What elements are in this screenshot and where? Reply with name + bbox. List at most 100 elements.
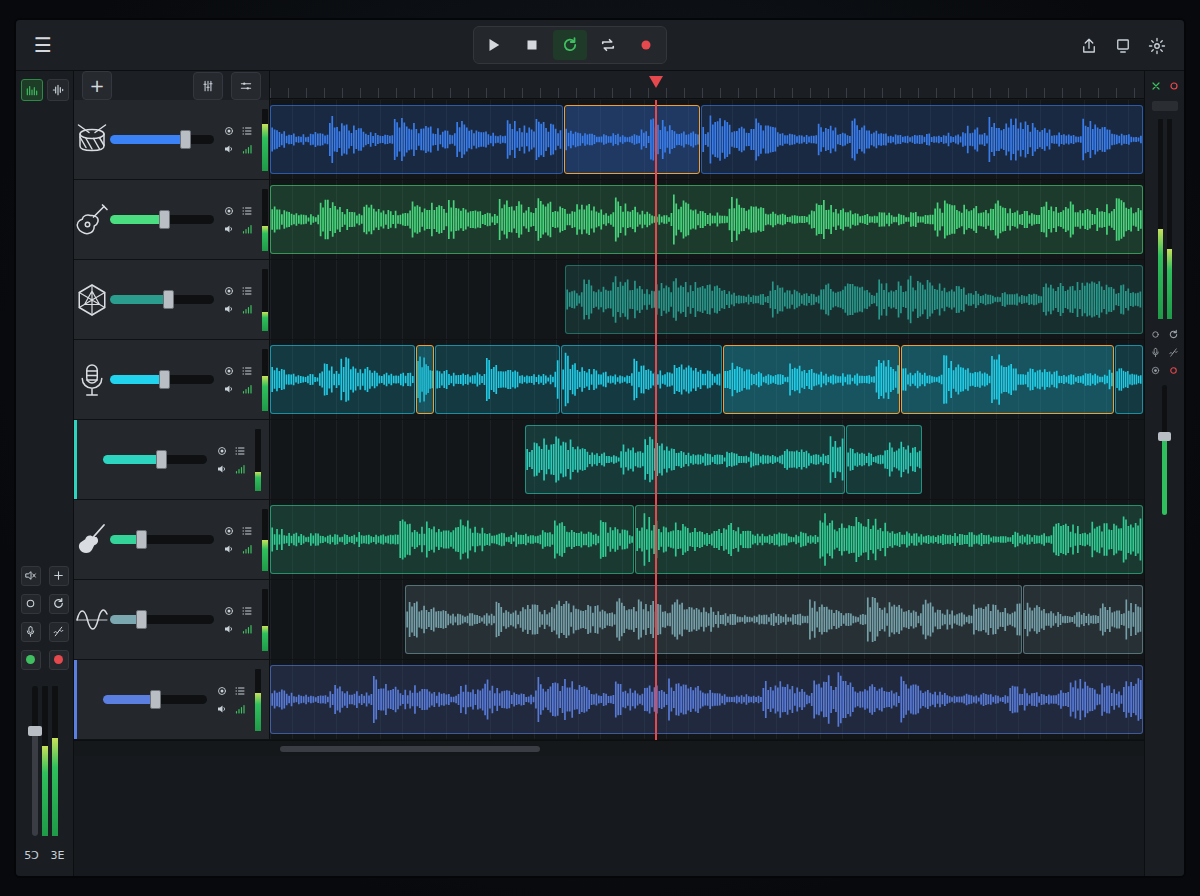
audio-clip[interactable] — [270, 505, 634, 574]
record-arm-icon[interactable] — [222, 124, 236, 138]
list-icon[interactable] — [233, 444, 247, 458]
arm-green-button[interactable] — [21, 650, 41, 670]
speaker-icon[interactable] — [222, 222, 236, 236]
tracks-view-toggle[interactable] — [21, 79, 43, 101]
audio-clip[interactable] — [846, 425, 922, 494]
playhead[interactable] — [655, 100, 657, 740]
volume-thumb[interactable] — [159, 370, 170, 389]
list-icon[interactable] — [233, 684, 247, 698]
mic-tool[interactable] — [21, 622, 41, 642]
speaker-icon[interactable] — [215, 702, 229, 716]
mute-tool[interactable] — [21, 566, 41, 586]
tune-button[interactable] — [193, 72, 223, 100]
volume-slider[interactable] — [110, 615, 214, 624]
display-icon[interactable] — [1114, 33, 1132, 57]
audio-clip[interactable] — [405, 585, 1022, 654]
audio-clip[interactable] — [525, 425, 845, 494]
list-icon[interactable] — [240, 604, 254, 618]
speaker-icon[interactable] — [222, 302, 236, 316]
audio-clip[interactable] — [635, 505, 1143, 574]
list-icon[interactable] — [240, 284, 254, 298]
audio-clip[interactable] — [901, 345, 1114, 414]
arm-red-button[interactable] — [49, 650, 69, 670]
ring-icon[interactable] — [1167, 79, 1181, 93]
volume-thumb[interactable] — [159, 210, 170, 229]
stop-button[interactable] — [515, 30, 549, 60]
list-icon[interactable] — [240, 524, 254, 538]
menu-button[interactable]: ☰ — [26, 31, 60, 59]
loop-icon[interactable] — [1167, 327, 1181, 341]
slash-tool[interactable] — [49, 622, 69, 642]
circle-icon[interactable] — [1149, 327, 1163, 341]
track-lane[interactable] — [270, 180, 1144, 259]
record-arm-icon[interactable] — [215, 444, 229, 458]
audio-clip[interactable] — [564, 105, 700, 174]
master-fader[interactable] — [32, 686, 38, 836]
audio-clip[interactable] — [723, 345, 900, 414]
loop-button[interactable] — [553, 30, 587, 60]
audio-clip[interactable] — [1023, 585, 1143, 654]
x-icon[interactable] — [1149, 79, 1163, 93]
audio-clip[interactable] — [270, 345, 415, 414]
list-icon[interactable] — [240, 364, 254, 378]
record-arm-icon[interactable] — [215, 684, 229, 698]
strip-fader-thumb[interactable] — [1158, 432, 1171, 441]
track-lane[interactable] — [270, 420, 1144, 499]
track-lane[interactable] — [270, 660, 1144, 739]
list-icon[interactable] — [240, 124, 254, 138]
track-lane[interactable] — [270, 500, 1144, 579]
circle-tool[interactable] — [21, 594, 41, 614]
track-lane[interactable] — [270, 100, 1144, 179]
volume-thumb[interactable] — [180, 130, 191, 149]
track-lane[interactable] — [270, 580, 1144, 659]
cycle-button[interactable] — [591, 30, 625, 60]
audio-clip[interactable] — [416, 345, 434, 414]
arm-icon[interactable] — [1149, 363, 1163, 377]
record-arm-icon[interactable] — [222, 204, 236, 218]
timeline-ruler[interactable] — [270, 71, 1144, 99]
waveform-view-toggle[interactable] — [47, 79, 69, 101]
play-button[interactable] — [477, 30, 511, 60]
speaker-icon[interactable] — [222, 382, 236, 396]
record-arm-icon[interactable] — [222, 364, 236, 378]
record-arm-icon[interactable] — [222, 284, 236, 298]
volume-slider[interactable] — [110, 535, 214, 544]
audio-clip[interactable] — [701, 105, 1143, 174]
add-track-button[interactable]: + — [82, 71, 112, 100]
list-icon[interactable] — [240, 204, 254, 218]
mixer-button[interactable] — [231, 72, 261, 100]
record-arm-icon[interactable] — [222, 604, 236, 618]
volume-slider[interactable] — [110, 295, 214, 304]
audio-clip[interactable] — [270, 665, 1143, 734]
track-lane[interactable] — [270, 340, 1144, 419]
volume-slider[interactable] — [110, 135, 214, 144]
mic-icon[interactable] — [1149, 345, 1163, 359]
slash-icon[interactable] — [1167, 345, 1181, 359]
playhead-marker[interactable] — [649, 76, 663, 88]
speaker-icon[interactable] — [222, 622, 236, 636]
volume-thumb[interactable] — [163, 290, 174, 309]
audio-clip[interactable] — [565, 265, 1143, 334]
strip-fader[interactable] — [1162, 385, 1167, 515]
gear-icon[interactable] — [1148, 33, 1166, 57]
share-icon[interactable] — [1080, 33, 1098, 57]
volume-slider[interactable] — [103, 455, 207, 464]
record-button[interactable] — [629, 30, 663, 60]
horizontal-scrollbar[interactable] — [74, 740, 1144, 756]
scroll-thumb[interactable] — [280, 746, 540, 752]
strip-button[interactable] — [1152, 101, 1178, 111]
volume-thumb[interactable] — [150, 690, 161, 709]
audio-clip[interactable] — [435, 345, 560, 414]
track-lane[interactable] — [270, 260, 1144, 339]
audio-clip[interactable] — [561, 345, 722, 414]
volume-thumb[interactable] — [156, 450, 167, 469]
audio-clip[interactable] — [270, 105, 563, 174]
speaker-icon[interactable] — [222, 142, 236, 156]
audio-clip[interactable] — [1115, 345, 1143, 414]
loop-tool[interactable] — [49, 594, 69, 614]
ring-icon[interactable] — [1167, 363, 1181, 377]
volume-slider[interactable] — [103, 695, 207, 704]
volume-slider[interactable] — [110, 215, 214, 224]
record-arm-icon[interactable] — [222, 524, 236, 538]
master-fader-thumb[interactable] — [28, 726, 42, 736]
